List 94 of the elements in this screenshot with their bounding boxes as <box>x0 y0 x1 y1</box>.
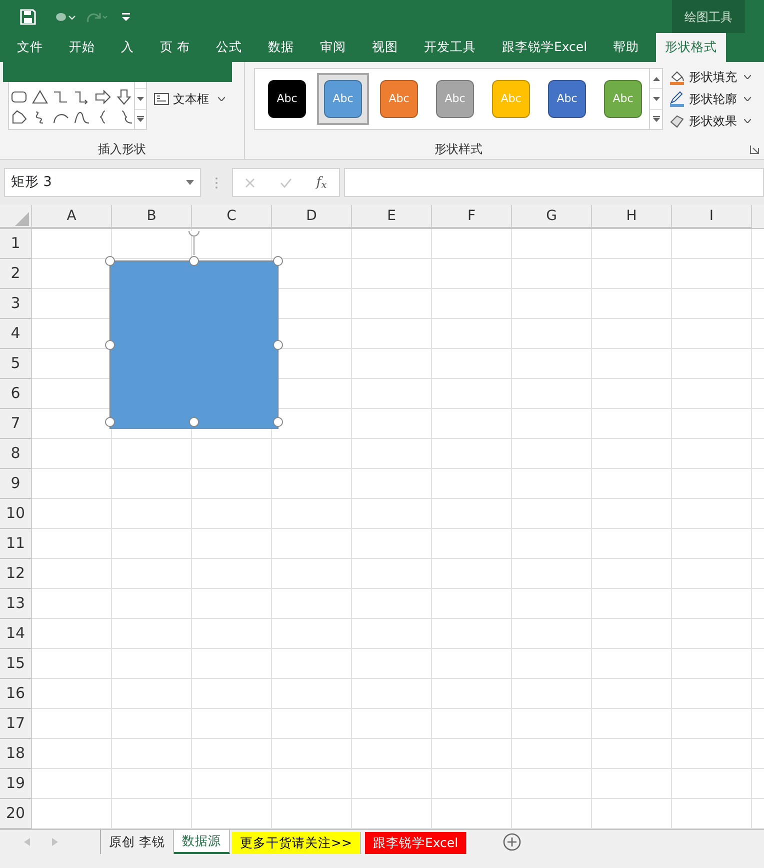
row-number[interactable]: 15 <box>0 649 32 679</box>
scroll-down-icon[interactable] <box>137 96 144 101</box>
scroll-down-icon[interactable] <box>652 96 660 101</box>
sheet-tab[interactable]: 数据源 <box>174 830 230 854</box>
sheet-tab[interactable]: 更多干货请关注>> <box>232 832 361 854</box>
shape-icon[interactable] <box>116 89 132 106</box>
more-icon[interactable] <box>137 116 144 122</box>
row-number[interactable]: 3 <box>0 289 32 319</box>
ribbon-tab[interactable]: 开始 <box>60 33 104 62</box>
row-number[interactable]: 1 <box>0 229 32 259</box>
ribbon-tab[interactable]: 审阅 <box>310 33 355 62</box>
row-number[interactable]: 18 <box>0 739 32 769</box>
text-box-icon <box>154 93 169 105</box>
add-sheet-icon[interactable] <box>503 833 522 851</box>
eraser-icon <box>669 113 685 129</box>
column-header[interactable]: A <box>32 205 112 228</box>
group-label: 插入形状 <box>98 141 146 158</box>
style-preset-button[interactable]: Abc <box>268 80 306 118</box>
row-number[interactable]: 5 <box>0 349 32 379</box>
ribbon-tab[interactable]: 入 <box>112 33 143 62</box>
column-header[interactable]: C <box>192 205 272 228</box>
ribbon-tab[interactable]: 公式 <box>206 33 251 62</box>
command-button[interactable]: 形状轮廓 <box>669 90 751 108</box>
ribbon-tab[interactable]: 形状格式 <box>656 33 726 62</box>
row-number[interactable]: 17 <box>0 709 32 739</box>
pencil-icon <box>669 91 685 107</box>
ribbon-tab[interactable]: 帮助 <box>604 33 648 62</box>
caret-icon <box>744 75 751 79</box>
sheet-tab[interactable]: 跟李锐学Excel <box>364 832 468 854</box>
style-preset-button[interactable]: Abc <box>548 80 586 118</box>
shape-icon[interactable] <box>11 89 27 106</box>
caret-icon <box>218 97 225 101</box>
column-header[interactable]: I <box>672 205 752 228</box>
ribbon-tab[interactable]: 数据 <box>258 33 303 62</box>
save-icon[interactable] <box>20 8 36 24</box>
dropdown-icon[interactable] <box>186 180 194 185</box>
row-number[interactable]: 8 <box>0 439 32 469</box>
row-number[interactable]: 19 <box>0 769 32 799</box>
ribbon-tab[interactable]: 视图 <box>362 33 407 62</box>
column-header[interactable]: E <box>352 205 432 228</box>
ribbon-tab[interactable]: 页 布 <box>151 33 199 62</box>
row-number[interactable]: 16 <box>0 679 32 709</box>
cell-grid[interactable] <box>32 229 764 829</box>
resize-handle[interactable] <box>105 417 115 427</box>
shape-icon[interactable] <box>74 109 90 126</box>
contextual-tab-label: 绘图工具 <box>684 8 732 26</box>
row-number[interactable]: 7 <box>0 409 32 439</box>
row-number[interactable]: 11 <box>0 529 32 559</box>
paint-bucket-icon <box>669 69 685 85</box>
column-header[interactable]: F <box>432 205 512 228</box>
row-number[interactable]: 9 <box>0 469 32 499</box>
insert-function-button[interactable]: f$_{x}$ <box>316 172 327 192</box>
column-header[interactable]: G <box>512 205 592 228</box>
resize-handle[interactable] <box>273 256 283 266</box>
ribbon-tab[interactable]: 开发工具 <box>414 33 485 62</box>
grip-icon <box>215 176 218 188</box>
command-button[interactable]: 形状填充 <box>669 68 751 86</box>
column-header[interactable]: H <box>592 205 672 228</box>
formula-input[interactable] <box>344 168 764 197</box>
row-number[interactable]: 10 <box>0 499 32 529</box>
shape-icon[interactable] <box>32 89 48 106</box>
row-number[interactable]: 4 <box>0 319 32 349</box>
resize-handle[interactable] <box>189 256 199 266</box>
resize-handle[interactable] <box>273 340 283 350</box>
column-header[interactable]: B <box>112 205 192 228</box>
group-label: 形状样式 <box>434 141 482 158</box>
resize-handle[interactable] <box>273 417 283 427</box>
row-number[interactable]: 14 <box>0 619 32 649</box>
undo-icon[interactable] <box>54 10 76 22</box>
text-box-button[interactable]: 文本框 <box>154 90 225 108</box>
row-number[interactable]: 2 <box>0 259 32 289</box>
ribbon-tab[interactable]: 文件 <box>8 33 52 62</box>
dialog-launcher-icon[interactable] <box>750 145 759 154</box>
scroll-up-icon[interactable] <box>652 76 660 81</box>
row-number[interactable]: 13 <box>0 589 32 619</box>
name-box[interactable]: 矩形 3 <box>4 168 201 197</box>
shape-icon[interactable] <box>74 89 90 106</box>
resize-handle[interactable] <box>105 340 115 350</box>
shape-icon[interactable] <box>95 89 111 106</box>
ribbon-tab[interactable]: 跟李锐学Excel <box>492 33 596 62</box>
resize-handle[interactable] <box>105 256 115 266</box>
row-number[interactable]: 12 <box>0 559 32 589</box>
caret-icon <box>744 119 751 123</box>
shape-icon[interactable] <box>53 89 69 106</box>
customize-icon[interactable] <box>122 12 130 20</box>
more-icon[interactable] <box>652 116 660 122</box>
rotation-handle[interactable] <box>188 230 200 256</box>
row-number[interactable]: 20 <box>0 799 32 829</box>
name-box-text: 矩形 3 <box>11 173 52 192</box>
column-header[interactable]: D <box>272 205 352 228</box>
command-button[interactable]: 形状效果 <box>669 112 751 130</box>
row-number[interactable]: 6 <box>0 379 32 409</box>
caret-icon <box>744 97 751 101</box>
shape-icon[interactable] <box>11 109 27 126</box>
